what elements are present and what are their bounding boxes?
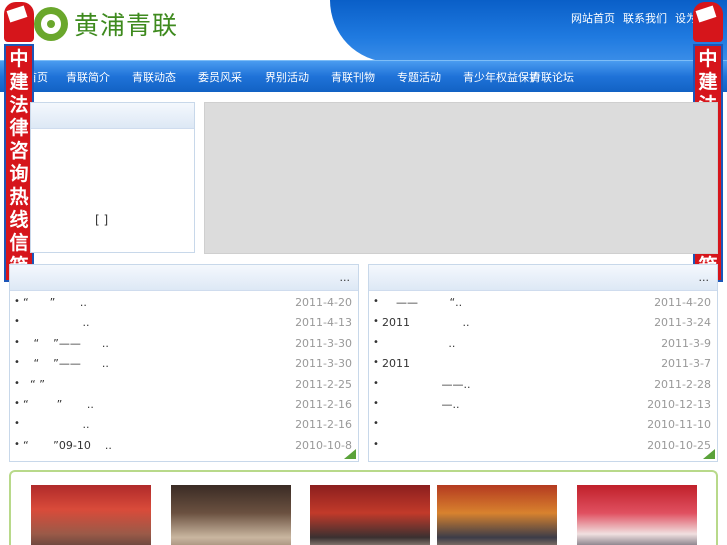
more-link[interactable]: ... bbox=[340, 271, 351, 284]
list-item[interactable]: • “ ” .. 2011-4-20 bbox=[10, 293, 358, 313]
gallery-photo[interactable] bbox=[31, 485, 151, 545]
list-item[interactable]: • “ ”—— .. 2011-3-30 bbox=[10, 354, 358, 374]
list-item[interactable]: • 2010-11-10 bbox=[369, 415, 717, 435]
logo-text: 黄浦青联 bbox=[74, 11, 179, 40]
list-item[interactable]: • “ ” .. 2011-2-16 bbox=[10, 395, 358, 415]
list-item[interactable]: • 2011 .. 2011-3-24 bbox=[369, 313, 717, 333]
list-item[interactable]: • ——.. 2011-2-28 bbox=[369, 375, 717, 395]
page: 网站首页 联系我们 设为首页 黄浦青联 首页 青联简介 青联动态 委员风采 界别… bbox=[0, 0, 727, 545]
news-list-right-items: • —— “.. 2011-4-20 • 2011 .. 2011-3-24 • ..… bbox=[369, 293, 717, 456]
nav-item-rights[interactable]: 青少年权益保护 bbox=[463, 69, 540, 85]
top-link-contact[interactable]: 联系我们 bbox=[623, 10, 667, 26]
nav-item-forum[interactable]: 青联论坛 bbox=[530, 69, 574, 85]
top-link-home[interactable]: 网站首页 bbox=[571, 10, 615, 26]
list-item[interactable]: • .. 2011-2-16 bbox=[10, 415, 358, 435]
nav-item-activities[interactable]: 界别活动 bbox=[265, 69, 309, 85]
notice-panel: [ ] bbox=[30, 102, 195, 253]
list-item[interactable]: • .. 2011-4-13 bbox=[10, 313, 358, 333]
list-item[interactable]: • “ ” 2011-2-25 bbox=[10, 375, 358, 395]
notice-panel-header bbox=[31, 103, 194, 129]
corner-arrow-icon bbox=[344, 449, 356, 459]
list-item[interactable]: • —.. 2010-12-13 bbox=[369, 395, 717, 415]
gallery-photo[interactable] bbox=[171, 485, 291, 545]
featured-image-area[interactable] bbox=[204, 102, 718, 254]
mailbox-icon bbox=[4, 2, 34, 42]
nav-item-members[interactable]: 委员风采 bbox=[198, 69, 242, 85]
site-header: 网站首页 联系我们 设为首页 黄浦青联 首页 青联简介 青联动态 委员风采 界别… bbox=[0, 0, 727, 98]
main-nav: 首页 青联简介 青联动态 委员风采 界别活动 青联刊物 专题活动 青少年权益保护… bbox=[0, 60, 727, 92]
nav-item-news[interactable]: 青联动态 bbox=[132, 69, 176, 85]
nav-item-about[interactable]: 青联简介 bbox=[66, 69, 110, 85]
list-item[interactable]: • 2010-10-25 bbox=[369, 436, 717, 456]
notice-bracket[interactable]: [ ] bbox=[95, 213, 108, 227]
list-item[interactable]: • “ ”09-10 .. 2010-10-8 bbox=[10, 436, 358, 456]
header-banner: 网站首页 联系我们 设为首页 bbox=[330, 0, 727, 62]
site-logo[interactable]: 黄浦青联 bbox=[34, 6, 178, 42]
gallery-photo[interactable] bbox=[310, 485, 430, 545]
mailbox-icon bbox=[693, 2, 723, 42]
logo-icon bbox=[34, 7, 68, 41]
news-list-right-header: ... bbox=[369, 265, 717, 291]
news-list-right: ... • —— “.. 2011-4-20 • 2011 .. 2011-3-24 … bbox=[368, 264, 718, 462]
more-link[interactable]: ... bbox=[699, 271, 710, 284]
list-item[interactable]: • .. 2011-3-9 bbox=[369, 334, 717, 354]
gallery-photo[interactable] bbox=[437, 485, 557, 545]
corner-arrow-icon bbox=[703, 449, 715, 459]
news-list-left-items: • “ ” .. 2011-4-20 • .. 2011-4-13 • “ ”—— .… bbox=[10, 293, 358, 456]
photo-gallery bbox=[9, 470, 718, 545]
news-list-left: ... • “ ” .. 2011-4-20 • .. 2011-4-13 • “ ”… bbox=[9, 264, 359, 462]
gallery-photo[interactable] bbox=[577, 485, 697, 545]
list-item[interactable]: • 2011 2011-3-7 bbox=[369, 354, 717, 374]
list-item[interactable]: • —— “.. 2011-4-20 bbox=[369, 293, 717, 313]
nav-item-topics[interactable]: 专题活动 bbox=[397, 69, 441, 85]
nav-item-publications[interactable]: 青联刊物 bbox=[331, 69, 375, 85]
list-item[interactable]: • “ ”—— .. 2011-3-30 bbox=[10, 334, 358, 354]
news-list-left-header: ... bbox=[10, 265, 358, 291]
